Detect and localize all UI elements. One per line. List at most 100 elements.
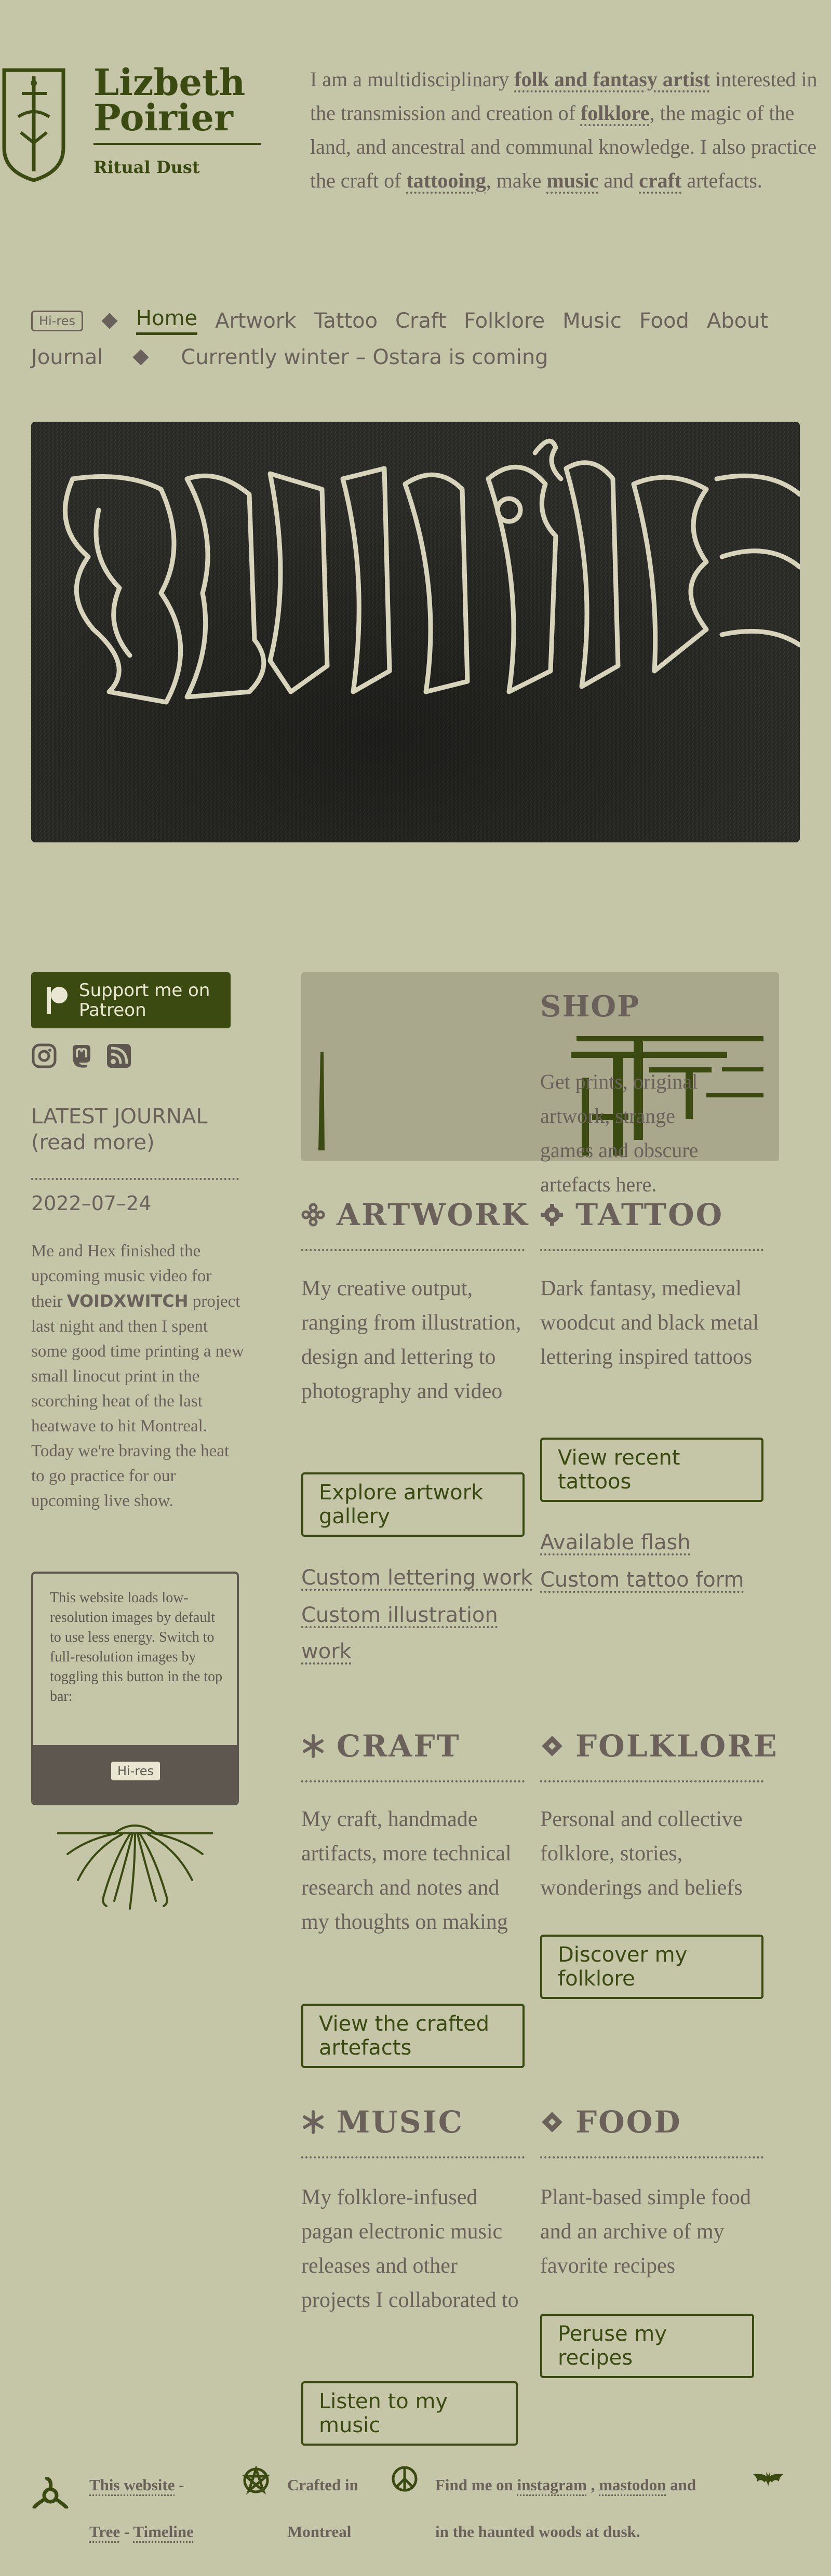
site-name-line2: Poirier — [93, 96, 233, 139]
tattoo-title-text: TATTOO — [575, 1197, 724, 1232]
triskele-sigil-icon — [32, 2477, 69, 2508]
music-description: My folklore-infused pagan electronic mus… — [301, 2185, 519, 2312]
patreon-label-line1: Support me on — [79, 980, 210, 1001]
food-divider — [540, 2156, 763, 2158]
intro-text: , make — [486, 169, 547, 192]
timeline-link[interactable]: Timeline — [133, 2523, 194, 2541]
craft-title-text: CRAFT — [337, 1728, 461, 1764]
patreon-label-line2: Patreon — [79, 1000, 146, 1021]
intro-paragraph: I am a multidisciplinary folk and fantas… — [310, 62, 831, 197]
nav-item-food[interactable]: Food — [639, 309, 689, 333]
mastodon-icon[interactable] — [69, 1043, 95, 1069]
diamond-icon — [542, 2112, 562, 2132]
music-divider — [301, 2156, 525, 2158]
haunted-woods-text: in the haunted woods at dusk. — [435, 2523, 640, 2541]
roots-sun-ornament-icon — [57, 1824, 213, 1910]
hires-info-card: This website loads low-resolution images… — [31, 1572, 239, 1805]
journal-date: 2022–07–24 — [31, 1192, 152, 1215]
read-more-link[interactable]: (read more) — [31, 1130, 208, 1156]
listen-music-button[interactable]: Listen to my music — [301, 2381, 518, 2446]
footer-mastodon-link[interactable]: mastodon — [599, 2476, 666, 2494]
custom-lettering-link[interactable]: Custom lettering work — [301, 1560, 532, 1596]
find-me-text: Find me on instagram , mastodon and in t… — [435, 2462, 726, 2555]
explore-artwork-button[interactable]: Explore artwork gallery — [301, 1472, 525, 1537]
peruse-recipes-button[interactable]: Peruse my recipes — [540, 2314, 754, 2378]
craft-section-title: CRAFT — [301, 1728, 461, 1764]
tattoo-section-title: TATTOO — [540, 1197, 723, 1232]
intro-text: artefacts. — [681, 169, 762, 192]
nav-item-journal[interactable]: Journal — [31, 345, 103, 369]
gear-flower-icon — [541, 1204, 563, 1226]
folklore-section-title: FOLKLORE — [540, 1728, 779, 1764]
artwork-divider — [301, 1249, 525, 1251]
journal-divider — [31, 1178, 239, 1180]
site-footer: This website - Tree - Timeline Crafted i… — [0, 2462, 831, 2576]
footer-links: This website - Tree - Timeline — [89, 2462, 224, 2555]
folklore-divider — [540, 1780, 763, 1782]
nav-item-home[interactable]: Home — [136, 306, 198, 335]
craft-link[interactable]: craft — [639, 169, 681, 192]
discover-folklore-button[interactable]: Discover my folklore — [540, 1935, 763, 1999]
hires-info-text: This website loads low-resolution images… — [50, 1590, 223, 1705]
shop-title: SHOP — [540, 989, 640, 1024]
food-title-text: FOOD — [575, 2104, 682, 2140]
view-crafted-button[interactable]: View the crafted artefacts — [301, 2004, 525, 2068]
available-flash-link[interactable]: Available flash — [540, 1524, 691, 1561]
view-tattoos-button[interactable]: View recent tattoos — [540, 1438, 763, 1502]
nav-item-artwork[interactable]: Artwork — [215, 309, 296, 333]
peace-sigil-icon — [392, 2466, 418, 2492]
this-website-link[interactable]: This website — [89, 2476, 175, 2494]
intro-text: I am a multidisciplinary — [310, 68, 515, 91]
music-title-text: MUSIC — [337, 2104, 464, 2140]
folklore-title-text: FOLKLORE — [575, 1728, 779, 1764]
patreon-support-button[interactable]: Support me on Patreon — [31, 972, 231, 1028]
flower-icon — [301, 1203, 325, 1227]
crafted-in-montreal: Crafted in Montreal — [287, 2462, 391, 2555]
craft-description: My craft, handmade artifacts, more techn… — [301, 1807, 512, 1934]
voidxwitch-link[interactable]: VOIDXWITCH — [67, 1291, 189, 1311]
patreon-button-label: Support me on Patreon — [79, 981, 210, 1020]
instagram-icon[interactable] — [31, 1043, 57, 1069]
site-name: Lizbeth Poirier — [93, 64, 245, 139]
rss-icon[interactable] — [106, 1043, 132, 1069]
journal-excerpt: Me and Hex finished the upcoming music v… — [31, 1239, 244, 1513]
montreal-text: Montreal — [287, 2523, 352, 2541]
diamond-separator-icon — [101, 312, 118, 329]
hero-lettering-image — [31, 422, 800, 842]
custom-illustration-link[interactable]: Custom illustration work — [301, 1597, 519, 1670]
nav-item-about[interactable]: About — [707, 309, 768, 333]
intro-text: and — [598, 169, 639, 192]
season-status: Currently winter – Ostara is coming — [181, 345, 548, 369]
asterisk-icon — [303, 2110, 324, 2134]
folklore-description: Personal and collective folklore, storie… — [540, 1807, 743, 1900]
food-description: Plant-based simple food and an archive o… — [540, 2185, 751, 2278]
latest-journal-heading[interactable]: LATEST JOURNAL (read more) — [31, 1104, 208, 1156]
folk-fantasy-artist-link[interactable]: folk and fantasy artist — [514, 68, 710, 91]
journal-text: project last night and then I spent some… — [31, 1292, 244, 1510]
tattoo-description: Dark fantasy, medieval woodcut and black… — [540, 1277, 759, 1369]
social-icons — [31, 1043, 132, 1069]
asterisk-icon — [303, 1734, 324, 1758]
folklore-link[interactable]: folklore — [581, 101, 650, 125]
diamond-icon — [542, 1736, 562, 1756]
site-logo[interactable]: Lizbeth Poirier Ritual Dust — [0, 64, 270, 190]
footer-instagram-link[interactable]: instagram — [517, 2476, 587, 2494]
custom-tattoo-form-link[interactable]: Custom tattoo form — [540, 1562, 744, 1598]
find-me-and: and — [666, 2476, 696, 2494]
food-section-title: FOOD — [540, 2104, 682, 2140]
craft-divider — [301, 1780, 525, 1782]
nav-item-folklore[interactable]: Folklore — [464, 309, 545, 333]
nav-item-craft[interactable]: Craft — [395, 309, 446, 333]
anarchy-pentacle-icon — [242, 2466, 270, 2495]
music-link[interactable]: music — [546, 169, 598, 192]
rune-shield-logo-icon — [2, 68, 65, 182]
latest-journal-title: LATEST JOURNAL — [31, 1105, 208, 1129]
shop-description: Get prints, original artwork, strange ga… — [540, 1070, 699, 1196]
bat-icon — [753, 2472, 783, 2487]
nav-item-music[interactable]: Music — [562, 309, 622, 333]
tattooing-link[interactable]: tattooing — [406, 169, 486, 192]
tree-link[interactable]: Tree — [89, 2523, 120, 2541]
artwork-description: My creative output, ranging from illustr… — [301, 1277, 521, 1403]
nav-item-tattoo[interactable]: Tattoo — [314, 309, 378, 333]
hires-toggle-button[interactable]: Hi-res — [31, 310, 83, 331]
